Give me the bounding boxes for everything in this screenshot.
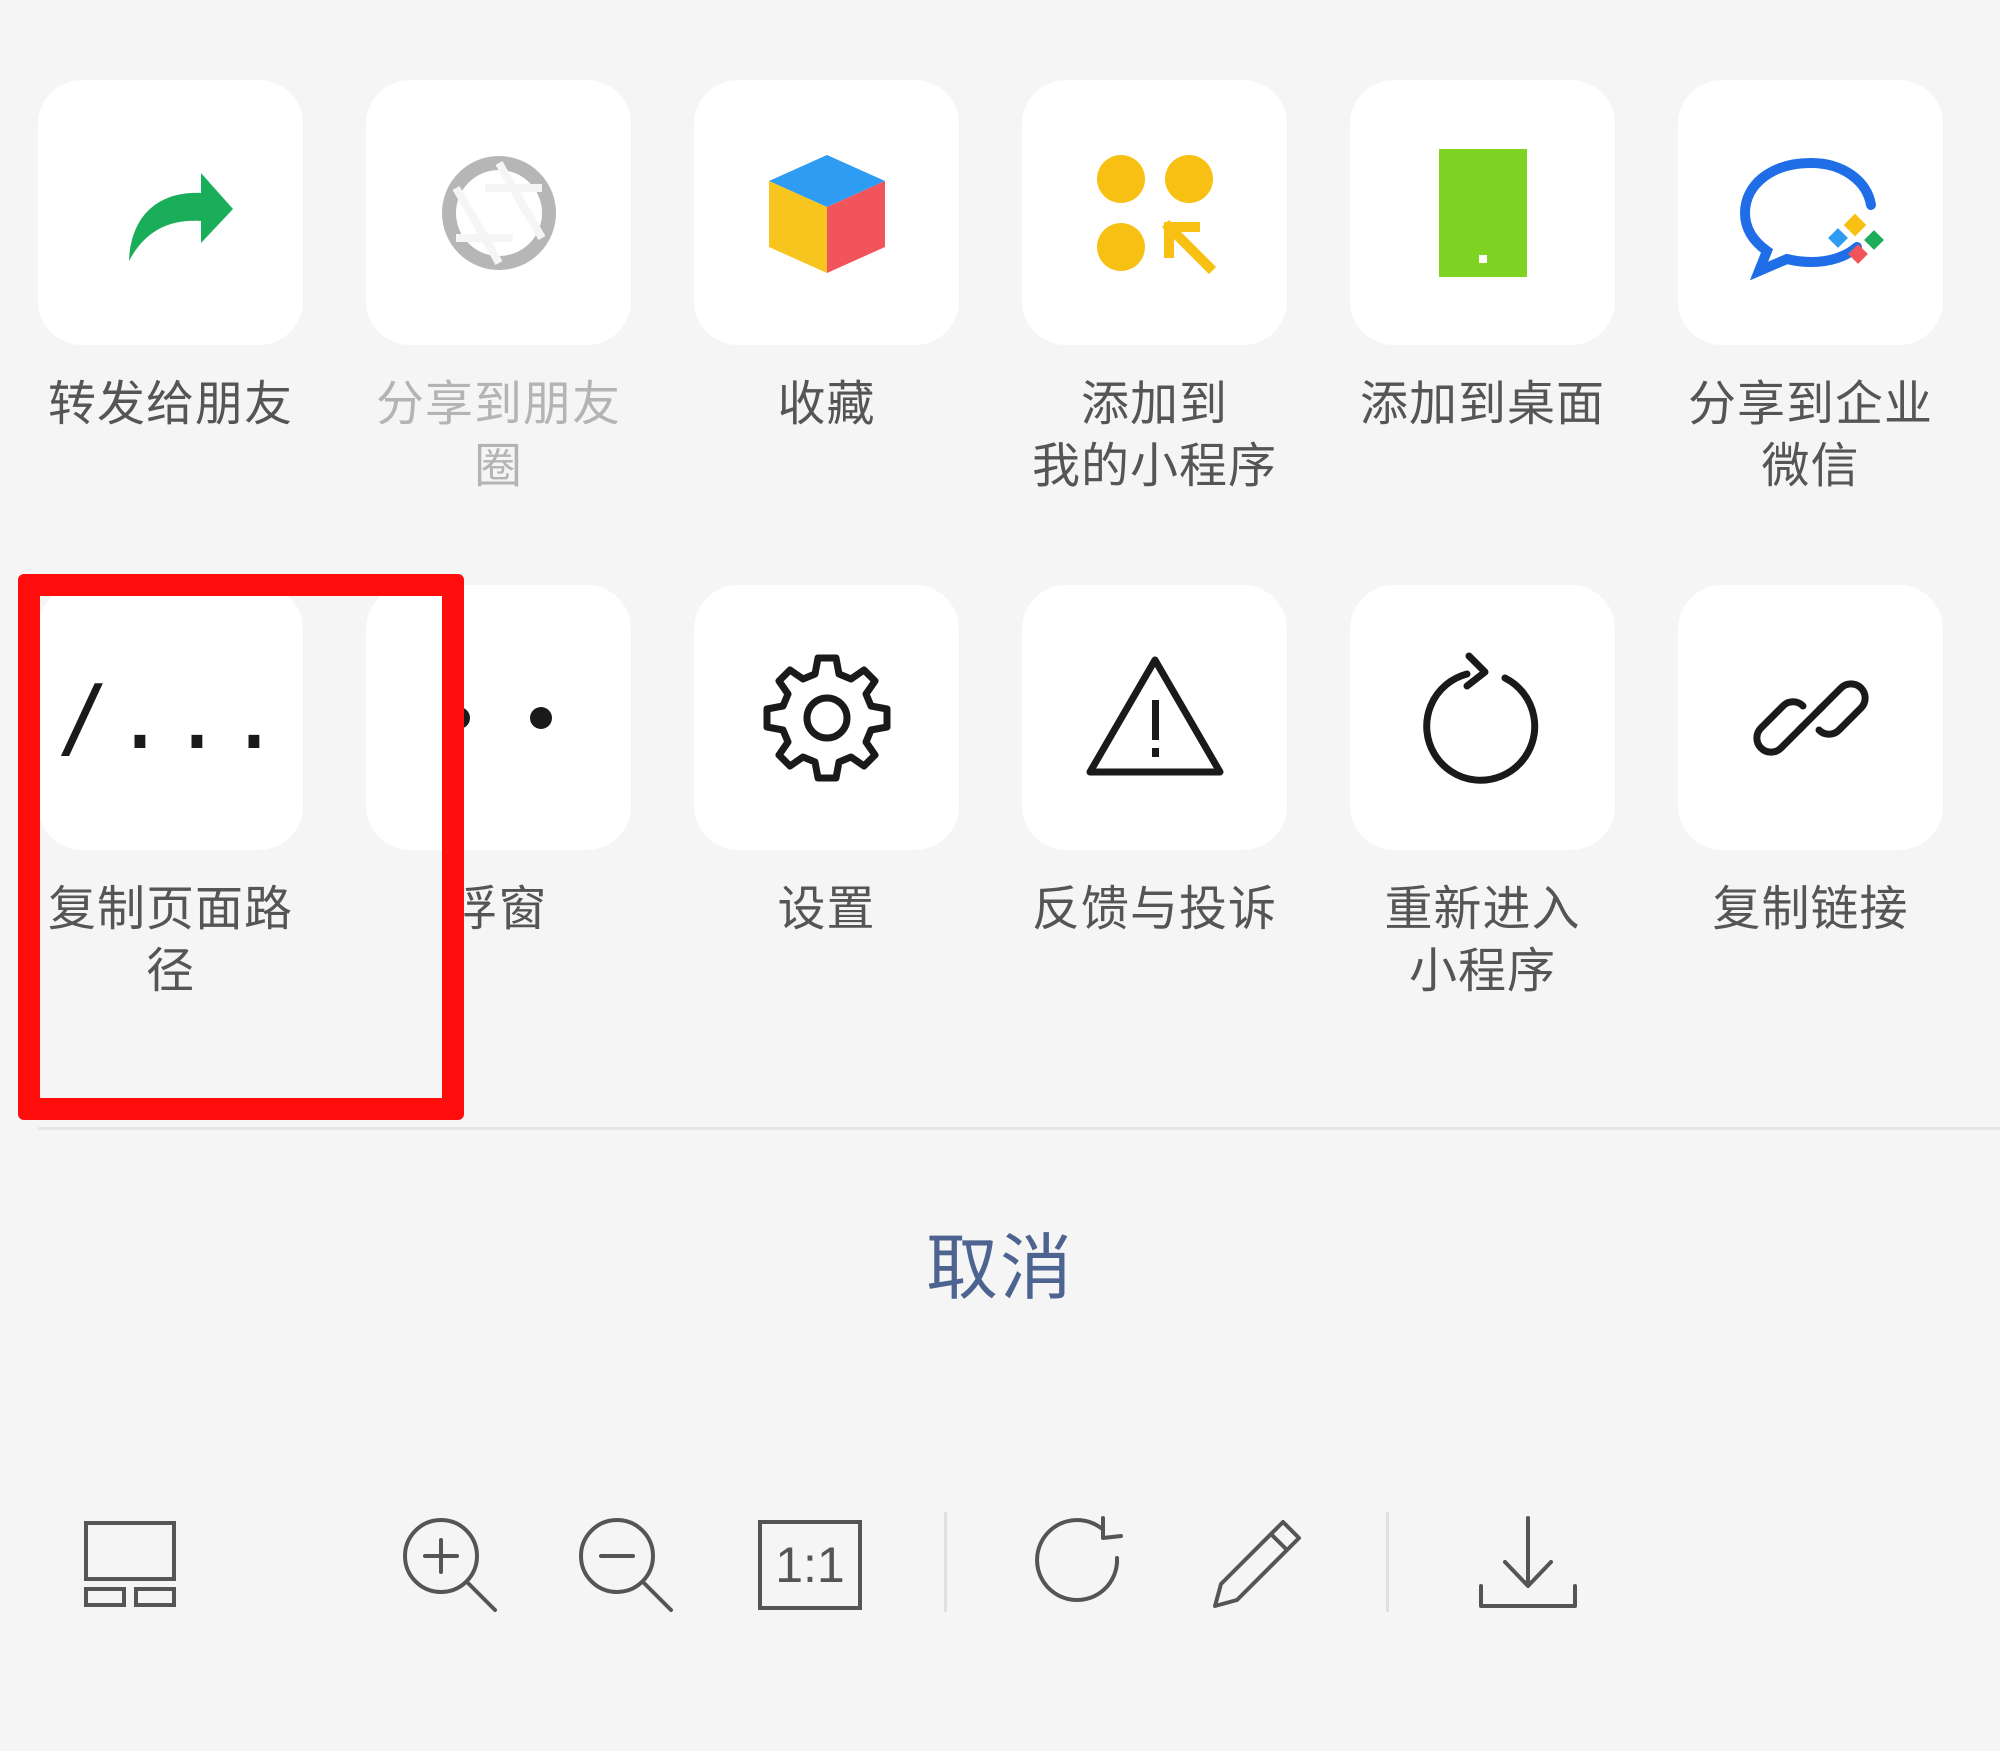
- favorites-label: 收藏: [777, 376, 876, 432]
- share-action-sheet: 转发给朋友 分享到朋友圈 收藏 添加到 我的小程序 添加到桌面 分享到企业 微信…: [0, 0, 2000, 1751]
- reenter-miniprogram-label: 重新进入 小程序: [1384, 881, 1581, 999]
- moments-aperture-icon: [441, 155, 556, 270]
- copy-link-item[interactable]: 复制链接: [1678, 585, 1943, 940]
- actual-size-icon: 1:1: [758, 1520, 862, 1610]
- forward-to-friend-item[interactable]: 转发给朋友: [38, 80, 303, 435]
- favorites-item[interactable]: 收藏: [694, 80, 959, 435]
- feedback-tile[interactable]: [1022, 585, 1287, 850]
- forward-to-friend-label: 转发给朋友: [47, 376, 293, 432]
- share-to-moments-tile[interactable]: [366, 80, 631, 345]
- wecom-icon: [1739, 157, 1884, 280]
- zoom-in-button[interactable]: [390, 1500, 510, 1630]
- cancel-button[interactable]: 取消: [0, 1218, 2000, 1318]
- add-to-my-miniprogram-label: 添加到 我的小程序: [1031, 376, 1277, 494]
- share-to-wecom-item[interactable]: 分享到企业 微信: [1678, 80, 1943, 497]
- feedback-item[interactable]: 反馈与投诉: [1022, 585, 1287, 940]
- warning-icon: [1086, 656, 1223, 775]
- rotate-icon: [1035, 1516, 1123, 1602]
- zoom-in-icon: [403, 1518, 497, 1612]
- toolbar-separator: [944, 1512, 947, 1612]
- reenter-miniprogram-item[interactable]: 重新进入 小程序: [1350, 585, 1615, 1002]
- download-button[interactable]: [1468, 1500, 1588, 1630]
- add-to-desktop-item[interactable]: 添加到桌面: [1350, 80, 1615, 435]
- rotate-button[interactable]: [1020, 1500, 1140, 1630]
- actual-size-button[interactable]: 1:1: [750, 1500, 870, 1630]
- settings-item[interactable]: 设置: [694, 585, 959, 940]
- toolbar-separator: [1386, 1512, 1389, 1612]
- add-to-desktop-icon: [1438, 148, 1527, 277]
- my-miniprogram-icon: [1096, 154, 1216, 274]
- thumbnail-grid-icon: [84, 1521, 176, 1607]
- share-to-wecom-label: 分享到企业 微信: [1687, 376, 1933, 494]
- forward-arrow-icon: [128, 172, 233, 261]
- link-icon: [1752, 679, 1869, 756]
- image-viewer-toolbar: 1:1: [0, 1500, 2000, 1630]
- zoom-out-icon: [579, 1518, 673, 1612]
- download-icon: [1479, 1516, 1577, 1608]
- share-to-moments-label: 分享到朋友圈: [375, 376, 621, 494]
- share-to-moments-item[interactable]: 分享到朋友圈: [366, 80, 631, 497]
- divider: [38, 1127, 2000, 1130]
- feedback-label: 反馈与投诉: [1031, 881, 1277, 937]
- settings-tile[interactable]: [694, 585, 959, 850]
- zoom-out-button[interactable]: [566, 1500, 686, 1630]
- reenter-miniprogram-tile[interactable]: [1350, 585, 1615, 850]
- share-to-wecom-tile[interactable]: [1678, 80, 1943, 345]
- forward-to-friend-tile[interactable]: [38, 80, 303, 345]
- add-to-desktop-tile[interactable]: [1350, 80, 1615, 345]
- actual-size-label: 1:1: [775, 1537, 845, 1593]
- favorites-cube-icon: [768, 154, 885, 273]
- edit-pencil-icon: [1213, 1520, 1301, 1608]
- thumbnail-grid-button[interactable]: [70, 1500, 190, 1630]
- copy-link-label: 复制链接: [1712, 881, 1909, 937]
- edit-button[interactable]: [1196, 1500, 1316, 1630]
- reload-icon: [1422, 652, 1538, 784]
- add-to-desktop-label: 添加到桌面: [1359, 376, 1605, 432]
- copy-link-tile[interactable]: [1678, 585, 1943, 850]
- favorites-tile[interactable]: [694, 80, 959, 345]
- add-to-my-miniprogram-tile[interactable]: [1022, 80, 1287, 345]
- add-to-my-miniprogram-item[interactable]: 添加到 我的小程序: [1022, 80, 1287, 497]
- highlight-box: [18, 574, 464, 1120]
- settings-label: 设置: [777, 881, 876, 937]
- gear-icon: [763, 654, 890, 781]
